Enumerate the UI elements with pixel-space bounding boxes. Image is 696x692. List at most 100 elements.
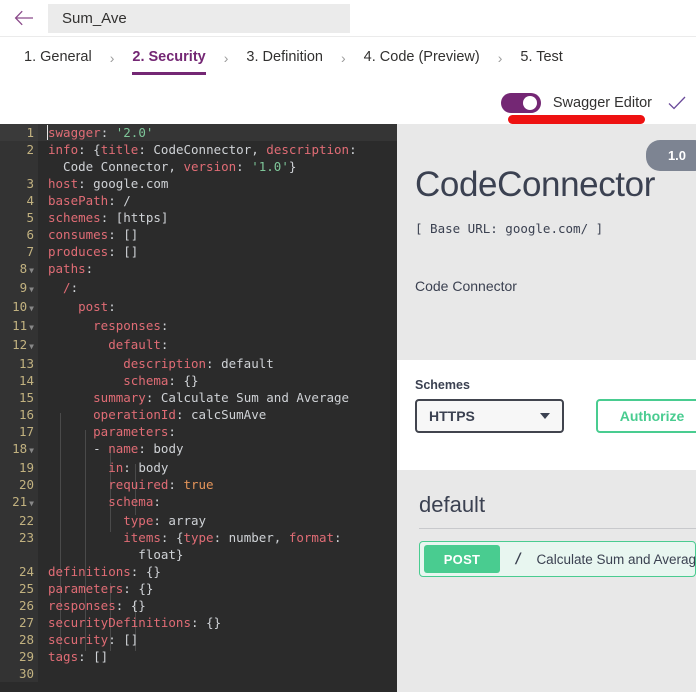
tab-separator: ›: [340, 50, 346, 66]
authorize-button[interactable]: Authorize: [596, 399, 696, 433]
code-line[interactable]: 7 produces: []: [0, 243, 397, 260]
operation-row[interactable]: POST / Calculate Sum and Average: [419, 541, 696, 577]
tag-title: default: [419, 492, 486, 517]
code-line[interactable]: 23 items: {type: number, format:: [0, 529, 397, 546]
swagger-editor-toggle[interactable]: [500, 92, 541, 113]
schemes-column: Schemes HTTPS: [415, 378, 564, 433]
line-number: 22: [0, 512, 38, 529]
code-line[interactable]: 27 securityDefinitions: {}: [0, 614, 397, 631]
back-button[interactable]: [0, 0, 48, 36]
code-line[interactable]: 24 definitions: {}: [0, 563, 397, 580]
api-title: CodeConnector: [415, 165, 655, 204]
code-line[interactable]: 29 tags: []: [0, 648, 397, 665]
code-line[interactable]: 17 parameters:: [0, 423, 397, 440]
code-line[interactable]: 6 consumes: []: [0, 226, 397, 243]
tag-divider: [419, 528, 696, 529]
code-line[interactable]: 12 ▼ default:: [0, 336, 397, 355]
fold-arrow-icon[interactable]: ▼: [29, 323, 34, 332]
line-number: 7: [0, 243, 38, 260]
line-number: 12 ▼: [0, 336, 38, 355]
api-base-url: [ Base URL: google.com/ ]: [415, 220, 604, 236]
code-text: definitions: {}: [48, 564, 161, 579]
code-line[interactable]: 21 ▼ schema:: [0, 493, 397, 512]
code-line[interactable]: 26 responses: {}: [0, 597, 397, 614]
code-line[interactable]: 13 description: default: [0, 355, 397, 372]
line-number: 5: [0, 209, 38, 226]
toggle-knob: [522, 95, 537, 110]
tab-test[interactable]: 5. Test: [520, 37, 562, 78]
code-text: responses: {}: [48, 598, 146, 613]
operation-summary: Calculate Sum and Average: [536, 551, 696, 567]
swagger-info-section: CodeConnector 1.0 [ Base URL: google.com…: [397, 124, 696, 360]
line-number: 1: [0, 124, 38, 141]
fold-arrow-icon[interactable]: ▼: [29, 499, 34, 508]
code-line[interactable]: 30: [0, 665, 397, 682]
code-line[interactable]: 15 summary: Calculate Sum and Average: [0, 389, 397, 406]
code-text: in: body: [48, 460, 169, 475]
fold-arrow-icon[interactable]: ▼: [29, 285, 34, 294]
code-text: security: []: [48, 632, 139, 647]
line-number: 25: [0, 580, 38, 597]
line-number: 2: [0, 141, 38, 158]
code-line[interactable]: 5 schemes: [https]: [0, 209, 397, 226]
code-line[interactable]: Code Connector, version: '1.0'}: [0, 158, 397, 175]
line-number: 26: [0, 597, 38, 614]
line-number: [0, 546, 38, 563]
line-number: 8 ▼: [0, 260, 38, 279]
code-line[interactable]: 4 basePath: /: [0, 192, 397, 209]
code-line[interactable]: 11 ▼ responses:: [0, 317, 397, 336]
code-text: operationId: calcSumAve: [48, 407, 267, 422]
fold-arrow-icon[interactable]: ▼: [29, 446, 34, 455]
tab-code-preview[interactable]: 4. Code (Preview): [364, 37, 480, 78]
line-number: 14: [0, 372, 38, 389]
swagger-ui-preview: CodeConnector 1.0 [ Base URL: google.com…: [397, 124, 696, 692]
code-text: parameters:: [48, 424, 176, 439]
line-number: 17: [0, 423, 38, 440]
operation-path: /: [514, 551, 523, 567]
code-line[interactable]: 3 host: google.com: [0, 175, 397, 192]
confirm-button[interactable]: [666, 92, 688, 114]
line-number: 28: [0, 631, 38, 648]
fold-arrow-icon[interactable]: ▼: [29, 304, 34, 313]
tab-separator: ›: [223, 50, 229, 66]
code-line[interactable]: float}: [0, 546, 397, 563]
code-line[interactable]: 25 parameters: {}: [0, 580, 397, 597]
code-text: schemes: [https]: [48, 210, 169, 225]
line-number: 11 ▼: [0, 317, 38, 336]
line-number: 30: [0, 665, 38, 682]
code-line[interactable]: 1 swagger: '2.0': [0, 124, 397, 141]
code-line[interactable]: 22 type: array: [0, 512, 397, 529]
line-number: 20: [0, 476, 38, 493]
code-line[interactable]: 8 ▼ paths:: [0, 260, 397, 279]
code-text: summary: Calculate Sum and Average: [48, 390, 350, 405]
code-text: Code Connector, version: '1.0'}: [48, 159, 297, 174]
code-text: securityDefinitions: {}: [48, 615, 222, 630]
swagger-editor-label: Swagger Editor: [552, 94, 652, 111]
tab-separator: ›: [497, 50, 503, 66]
swagger-code-editor[interactable]: 1 swagger: '2.0' 2 info: {title: CodeConnec…: [0, 124, 397, 692]
code-line[interactable]: 2 info: {title: CodeConnector, descriptio…: [0, 141, 397, 158]
code-line[interactable]: 18 ▼ - name: body: [0, 440, 397, 459]
tag-section: default POST / Calculate Sum and Average: [397, 470, 696, 577]
code-text: responses:: [48, 318, 169, 333]
fold-arrow-icon[interactable]: ▼: [29, 342, 34, 351]
code-text: /:: [48, 280, 79, 295]
code-text: description: default: [48, 356, 274, 371]
code-text: basePath: /: [48, 193, 131, 208]
code-text: tags: []: [48, 649, 109, 664]
code-line[interactable]: 10 ▼ post:: [0, 298, 397, 317]
code-line[interactable]: 14 schema: {}: [0, 372, 397, 389]
tab-security[interactable]: 2. Security: [132, 37, 207, 78]
red-annotation-underline: [508, 115, 645, 124]
code-line[interactable]: 20 required: true: [0, 476, 397, 493]
code-line[interactable]: 16 operationId: calcSumAve: [0, 406, 397, 423]
fold-arrow-icon[interactable]: ▼: [29, 266, 34, 275]
schemes-select[interactable]: HTTPS: [415, 399, 564, 433]
connector-name-input[interactable]: Sum_Ave: [48, 3, 350, 33]
code-line[interactable]: 19 in: body: [0, 459, 397, 476]
tab-separator: ›: [109, 50, 115, 66]
code-line[interactable]: 28 security: []: [0, 631, 397, 648]
code-line[interactable]: 9 ▼ /:: [0, 279, 397, 298]
tab-definition[interactable]: 3. Definition: [246, 37, 323, 78]
tab-general[interactable]: 1. General: [24, 37, 92, 78]
